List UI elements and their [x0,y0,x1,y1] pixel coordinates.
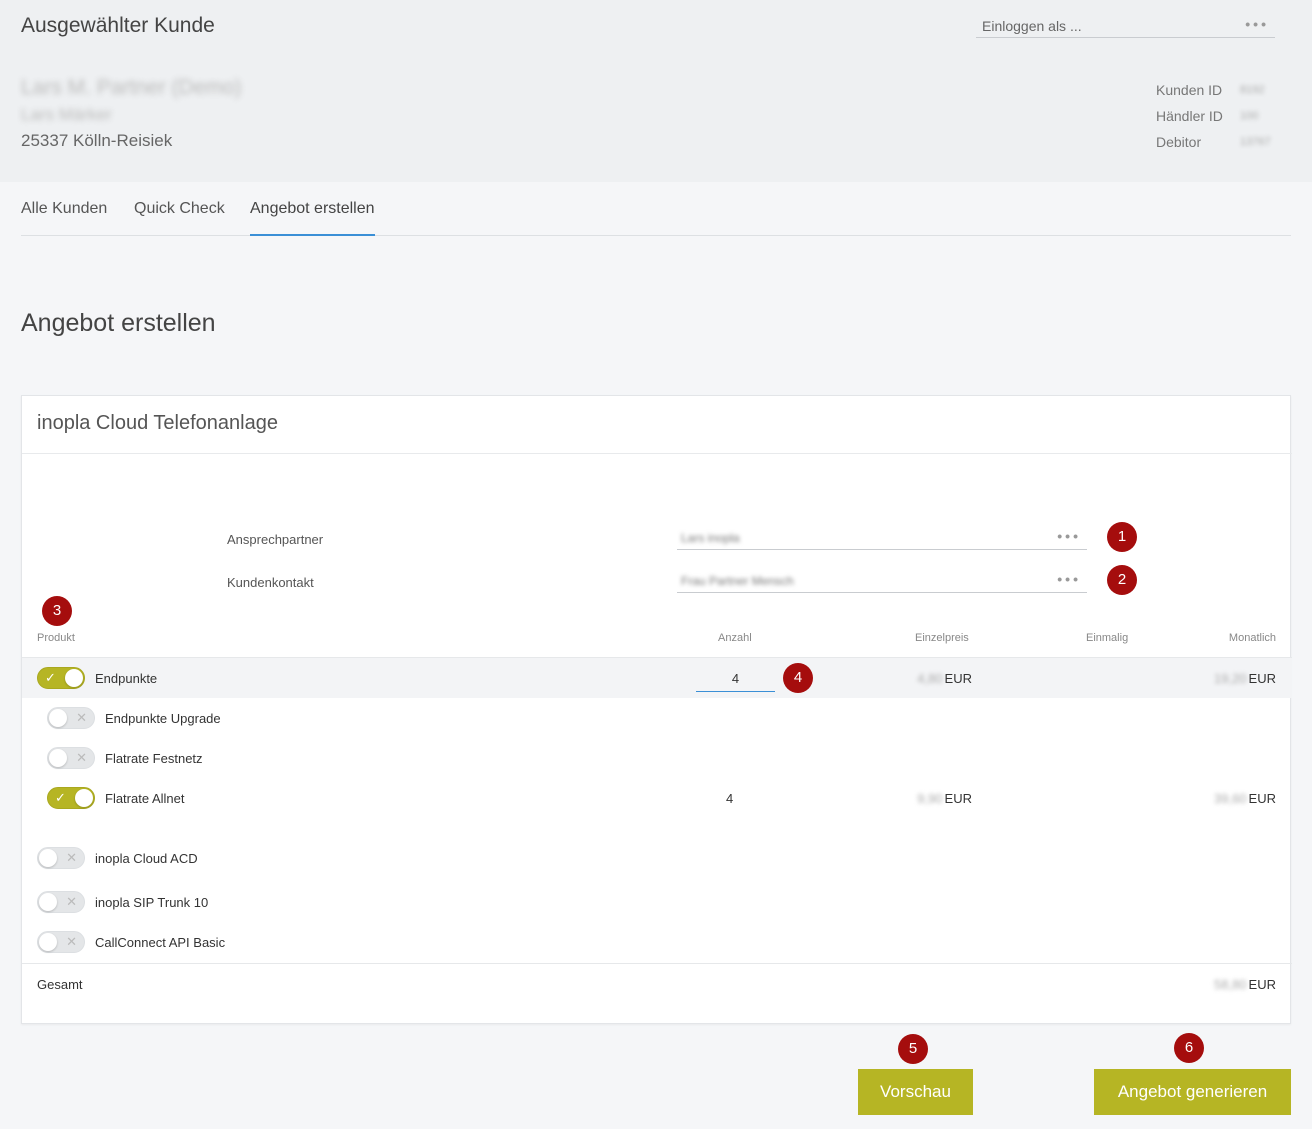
meta-value-debitor: 13767 [1240,136,1271,148]
toggle-knob [49,709,67,727]
currency: EUR [1248,977,1276,992]
card-title: inopla Cloud Telefonanlage [37,412,278,434]
annotation-badge-6: 6 [1174,1033,1204,1063]
meta-value-kunden-id: 8192 [1240,84,1265,96]
meta-value-haendler-id: 100 [1240,110,1259,122]
tab-angebot-erstellen[interactable]: Angebot erstellen [250,200,375,236]
ansprechpartner-label: Ansprechpartner [227,532,324,547]
toggle-knob [75,789,93,807]
meta-label-kunden-id: Kunden ID [1156,82,1223,98]
generate-offer-button[interactable]: Angebot generieren [1094,1069,1291,1115]
col-header-einmalig: Einmalig [1086,632,1129,644]
more-dots-icon[interactable]: ••• [1057,571,1081,587]
annotation-badge-4: 4 [783,663,813,693]
divider [22,963,1292,964]
currency: EUR [1248,791,1276,806]
meta-label-haendler-id: Händler ID [1156,108,1223,124]
page-title: Angebot erstellen [21,309,216,337]
toggle-flatrate-allnet[interactable]: ✓ [47,787,95,809]
monthly-price-value: 39,60 [1214,791,1247,806]
ansprechpartner-field[interactable]: Lars inopla ••• [677,526,1087,550]
toggle-knob [49,749,67,767]
annotation-badge-3: 3 [42,596,72,626]
divider [22,453,1292,454]
product-label-flatrate-festnetz: Flatrate Festnetz [105,751,203,766]
header-title: Ausgewählter Kunde [21,14,215,37]
kundenkontakt-label: Kundenkontakt [227,575,314,590]
x-icon: ✕ [66,894,77,909]
unit-price-value: 9,90 [917,791,943,806]
x-icon: ✕ [76,750,87,765]
customer-contact-name: Lars Märker [21,105,112,124]
meta-label-debitor: Debitor [1156,134,1202,150]
toggle-endpunkte-upgrade[interactable]: ✕ [47,707,95,729]
more-dots-icon[interactable]: ••• [1057,528,1081,544]
tab-quick-check[interactable]: Quick Check [134,200,225,236]
col-header-produkt: Produkt [37,632,75,644]
monthly-price-value: 19,20 [1214,671,1247,686]
toggle-knob [39,893,57,911]
offer-card: inopla Cloud Telefonanlage Ansprechpartn… [21,395,1292,1024]
unit-price-endpunkte: 4,80 EUR [912,671,972,686]
login-as-placeholder: Einloggen als ... [982,18,1082,34]
ansprechpartner-value: Lars inopla [681,531,740,545]
x-icon: ✕ [76,710,87,725]
toggle-knob [39,849,57,867]
monthly-price-endpunkte: 19,20 EUR [1196,671,1276,686]
toggle-endpunkte[interactable]: ✓ [37,667,85,689]
table-row-highlight [22,658,1292,698]
customer-name: Lars M. Partner (Demo) [21,76,242,99]
col-header-einzelpreis: Einzelpreis [915,632,969,644]
check-icon: ✓ [55,790,66,805]
kundenkontakt-value: Frau Partner Mensch [681,574,794,588]
quantity-flatrate-allnet: 4 [726,791,734,806]
currency: EUR [1248,671,1276,686]
tab-bar: Alle Kunden Quick Check Angebot erstelle… [21,182,1291,236]
total-value: 58,80 EUR [1196,977,1276,992]
toggle-callconnect-api-basic[interactable]: ✕ [37,931,85,953]
toggle-knob [65,669,83,687]
login-as-field[interactable]: Einloggen als ... ••• [976,12,1275,38]
check-icon: ✓ [45,670,56,685]
toggle-knob [39,933,57,951]
unit-price-flatrate-allnet: 9,90 EUR [912,791,972,806]
product-label-endpunkte-upgrade: Endpunkte Upgrade [105,711,221,726]
total-amount: 58,80 [1214,977,1247,992]
monthly-price-flatrate-allnet: 39,60 EUR [1196,791,1276,806]
product-label-flatrate-allnet: Flatrate Allnet [105,791,185,806]
product-label-endpunkte: Endpunkte [95,671,158,686]
annotation-badge-5: 5 [898,1034,928,1064]
currency: EUR [944,791,972,806]
annotation-badge-1: 1 [1107,522,1137,552]
unit-price-value: 4,80 [917,671,943,686]
x-icon: ✕ [66,934,77,949]
customer-header: Ausgewählter Kunde Einloggen als ... •••… [0,0,1312,182]
annotation-badge-2: 2 [1107,565,1137,595]
col-header-monatlich: Monatlich [1228,632,1276,644]
preview-button[interactable]: Vorschau [858,1069,973,1115]
customer-city: 25337 Kölln-Reisiek [21,131,173,150]
tab-alle-kunden[interactable]: Alle Kunden [21,200,107,236]
toggle-inopla-sip-trunk-10[interactable]: ✕ [37,891,85,913]
currency: EUR [944,671,972,686]
total-label: Gesamt [37,977,83,992]
toggle-flatrate-festnetz[interactable]: ✕ [47,747,95,769]
toggle-inopla-cloud-acd[interactable]: ✕ [37,847,85,869]
quantity-input-endpunkte[interactable]: 4 [696,670,775,692]
col-header-anzahl: Anzahl [718,632,752,644]
x-icon: ✕ [66,850,77,865]
more-dots-icon[interactable]: ••• [1245,16,1269,32]
product-label-inopla-sip-trunk-10: inopla SIP Trunk 10 [95,895,209,910]
product-label-callconnect-api-basic: CallConnect API Basic [95,935,226,950]
product-label-inopla-cloud-acd: inopla Cloud ACD [95,851,198,866]
kundenkontakt-field[interactable]: Frau Partner Mensch ••• [677,569,1087,593]
